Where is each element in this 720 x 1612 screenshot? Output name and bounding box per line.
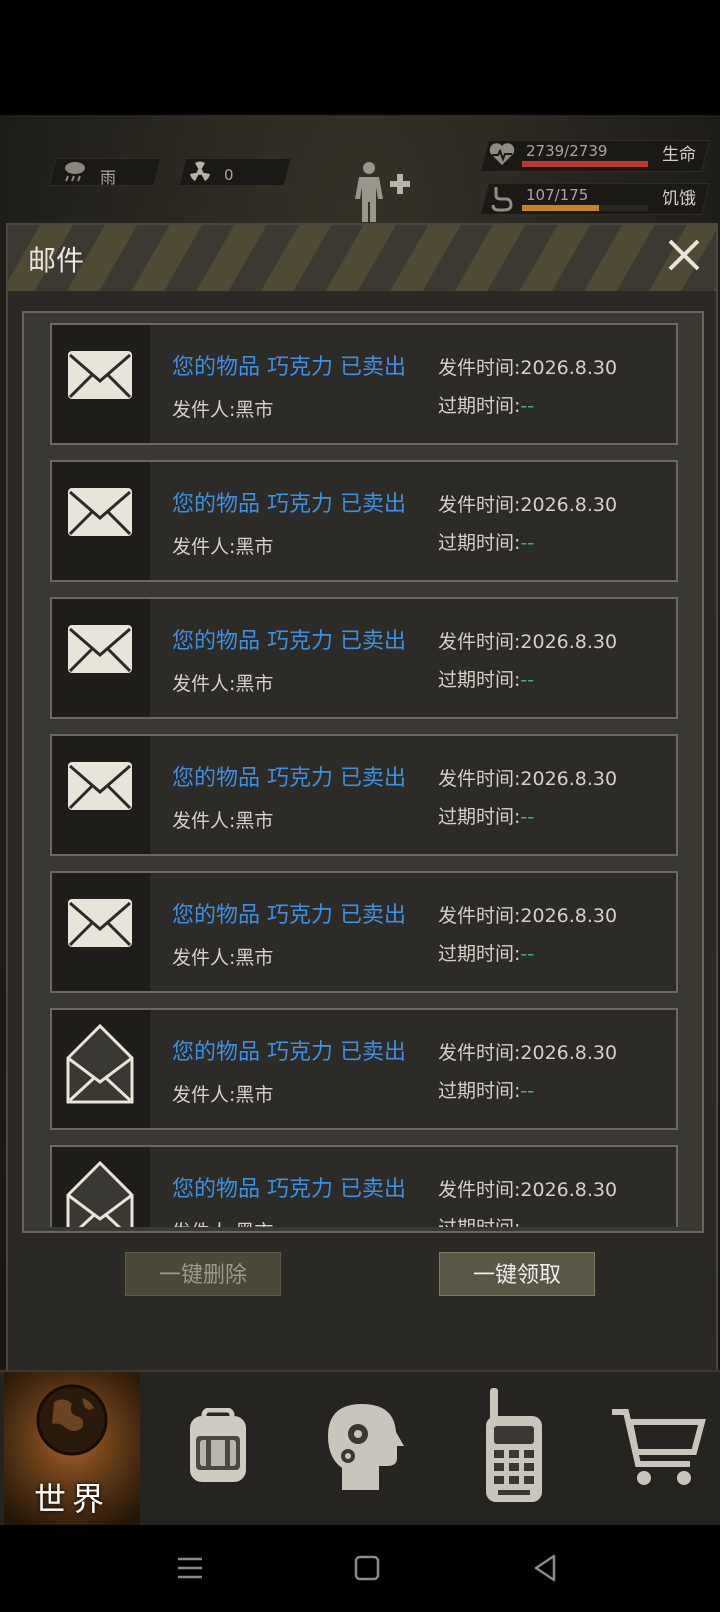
nav-shop[interactable] — [590, 1372, 720, 1527]
mail-icon-box — [52, 873, 150, 991]
rain-icon — [65, 162, 85, 182]
mail-sent-time: 发件时间:2026.8.30 — [438, 905, 618, 927]
mail-sent-time: 发件时间:2026.8.30 — [438, 768, 618, 790]
health-label: 生命 — [662, 145, 696, 165]
stomach-icon — [491, 187, 513, 212]
mail-subject: 您的物品 巧克力 已卖出 — [172, 629, 406, 654]
close-icon[interactable] — [662, 233, 706, 277]
delete-all-button[interactable]: 一键删除 — [122, 1249, 284, 1299]
mail-expire-label: 过期时间: — [438, 395, 521, 417]
radio-icon — [486, 1388, 542, 1502]
cart-icon — [612, 1409, 706, 1485]
mail-item[interactable]: 您的物品 巧克力 已卖出发件人:黑市 发件时间:2026.8.30 过期时间:-- — [50, 460, 678, 582]
nav-skills[interactable] — [296, 1372, 432, 1527]
nav-backpack[interactable] — [148, 1372, 284, 1527]
mail-sender: 发件人:黑市 — [172, 673, 274, 695]
weather-label: 雨 — [100, 168, 117, 187]
mail-expire-value: -- — [520, 395, 535, 417]
back-icon[interactable] — [532, 1553, 558, 1583]
mail-expire-value: -- — [520, 943, 535, 965]
mail-icon-box — [52, 599, 150, 717]
mail-icon-box — [52, 462, 150, 580]
mail-expire-time: 过期时间:-- — [438, 528, 534, 555]
mail-icon-box — [52, 736, 150, 854]
brain-head-icon — [328, 1404, 404, 1490]
hunger-bar — [522, 205, 648, 211]
claim-all-button[interactable]: 一键领取 — [436, 1249, 598, 1299]
mail-sender: 发件人:黑市 — [172, 810, 274, 832]
mail-sent-time: 发件时间:2026.8.30 — [438, 1042, 618, 1064]
nav-radio[interactable] — [446, 1372, 582, 1527]
globe-icon — [36, 1384, 108, 1456]
mail-expire-time: 过期时间:-- — [438, 802, 534, 829]
mail-sender: 发件人:黑市 — [172, 536, 274, 558]
hunger-bar-fill — [522, 205, 599, 211]
backpack-icon — [190, 1408, 246, 1482]
mail-subject: 您的物品 巧克力 已卖出 — [172, 766, 406, 791]
mail-sent-time: 发件时间:2026.8.30 — [438, 631, 618, 653]
mail-sent-time: 发件时间:2026.8.30 — [438, 357, 618, 379]
mail-expire-time: 过期时间:-- — [438, 939, 534, 966]
mail-item[interactable]: 您的物品 巧克力 已卖出发件人:黑市 发件时间:2026.8.30 过期时间:-- — [50, 871, 678, 993]
mail-item[interactable]: 您的物品 巧克力 已卖出发件人:黑市 发件时间:2026.8.30 过期时间:-- — [50, 1145, 678, 1227]
mail-sender: 发件人:黑市 — [172, 1084, 274, 1106]
system-nav-bar — [0, 1525, 720, 1612]
mail-expire-value: -- — [520, 532, 535, 554]
mail-expire-value: -- — [520, 1080, 535, 1102]
mail-expire-label: 过期时间: — [438, 532, 521, 554]
health-bar — [522, 161, 648, 167]
mail-item[interactable]: 您的物品 巧克力 已卖出发件人:黑市 发件时间:2026.8.30 过期时间:-- — [50, 1008, 678, 1130]
mail-expire-label: 过期时间: — [438, 1080, 521, 1102]
hunger-value: 107/175 — [526, 186, 589, 204]
mail-subject: 您的物品 巧克力 已卖出 — [172, 1177, 406, 1202]
mail-sender: 发件人:黑市 — [172, 947, 274, 969]
mail-sent-time: 发件时间:2026.8.30 — [438, 1179, 618, 1201]
mail-icon-box — [52, 1010, 150, 1128]
mail-expire-label: 过期时间: — [438, 806, 521, 828]
mail-expire-time: 过期时间:-- — [438, 1076, 534, 1103]
mail-expire-time: 过期时间:-- — [438, 391, 534, 418]
mail-expire-label: 过期时间: — [438, 943, 521, 965]
mail-sender: 发件人:黑市 — [172, 1217, 273, 1227]
mail-panel: 邮件 您的物品 巧克力 已卖出 发件人:黑市 发件时间:2026.8.30 过期时间:… — [6, 223, 718, 1372]
mail-item[interactable]: 您的物品 巧克力 已卖出发件人:黑市 发件时间:2026.8.30 过期时间:-- — [50, 734, 678, 856]
mail-expire-label: 过期时间: — [438, 669, 521, 691]
mail-expire-value: -- — [520, 806, 535, 828]
mail-expire-time: 过期时间:-- — [438, 1213, 534, 1227]
mail-expire-value: -- — [520, 669, 535, 691]
mail-expire-label: 过期时间: — [438, 1217, 520, 1227]
mail-expire-value: -- — [520, 1217, 534, 1227]
mail-expire-time: 过期时间:-- — [438, 665, 534, 692]
mail-sent-time: 发件时间:2026.8.30 — [438, 494, 618, 516]
add-icon[interactable] — [388, 172, 412, 196]
hunger-label: 饥饿 — [662, 189, 696, 209]
mail-sender: 发件人:黑市 — [172, 399, 274, 421]
mail-subject: 您的物品 巧克力 已卖出 — [172, 1040, 406, 1065]
nav-world[interactable]: 世界 — [4, 1372, 140, 1527]
mail-subject: 您的物品 巧克力 已卖出 — [172, 355, 406, 380]
radiation-icon — [190, 161, 210, 181]
mail-panel-header: 邮件 — [8, 225, 716, 291]
mail-item[interactable]: 您的物品 巧克力 已卖出发件人:黑市 发件时间:2026.8.30 过期时间:-- — [50, 323, 678, 445]
health-value: 2739/2739 — [526, 142, 608, 160]
mail-item[interactable]: 您的物品 巧克力 已卖出发件人:黑市 发件时间:2026.8.30 过期时间:-- — [50, 597, 678, 719]
nav-world-label: 世界 — [33, 1480, 110, 1518]
heart-icon — [489, 143, 515, 165]
menu-icon[interactable] — [176, 1555, 204, 1581]
mail-list[interactable]: 您的物品 巧克力 已卖出 发件人:黑市 发件时间:2026.8.30 过期时间:-- 您… — [24, 313, 702, 1227]
home-icon[interactable] — [354, 1555, 380, 1581]
mail-icon-box — [52, 1147, 150, 1227]
mail-subject: 您的物品 巧克力 已卖出 — [172, 903, 406, 928]
mail-icon-box — [52, 325, 150, 443]
bottom-nav: 世界 — [0, 1370, 720, 1527]
health-bar-fill — [522, 161, 648, 167]
mail-panel-title: 邮件 — [28, 244, 85, 277]
mail-subject: 您的物品 巧克力 已卖出 — [172, 492, 406, 517]
radiation-value: 0 — [224, 166, 234, 184]
mail-list-frame: 您的物品 巧克力 已卖出 发件人:黑市 发件时间:2026.8.30 过期时间:-- 您… — [22, 311, 704, 1233]
character-silhouette-icon[interactable] — [349, 160, 389, 224]
